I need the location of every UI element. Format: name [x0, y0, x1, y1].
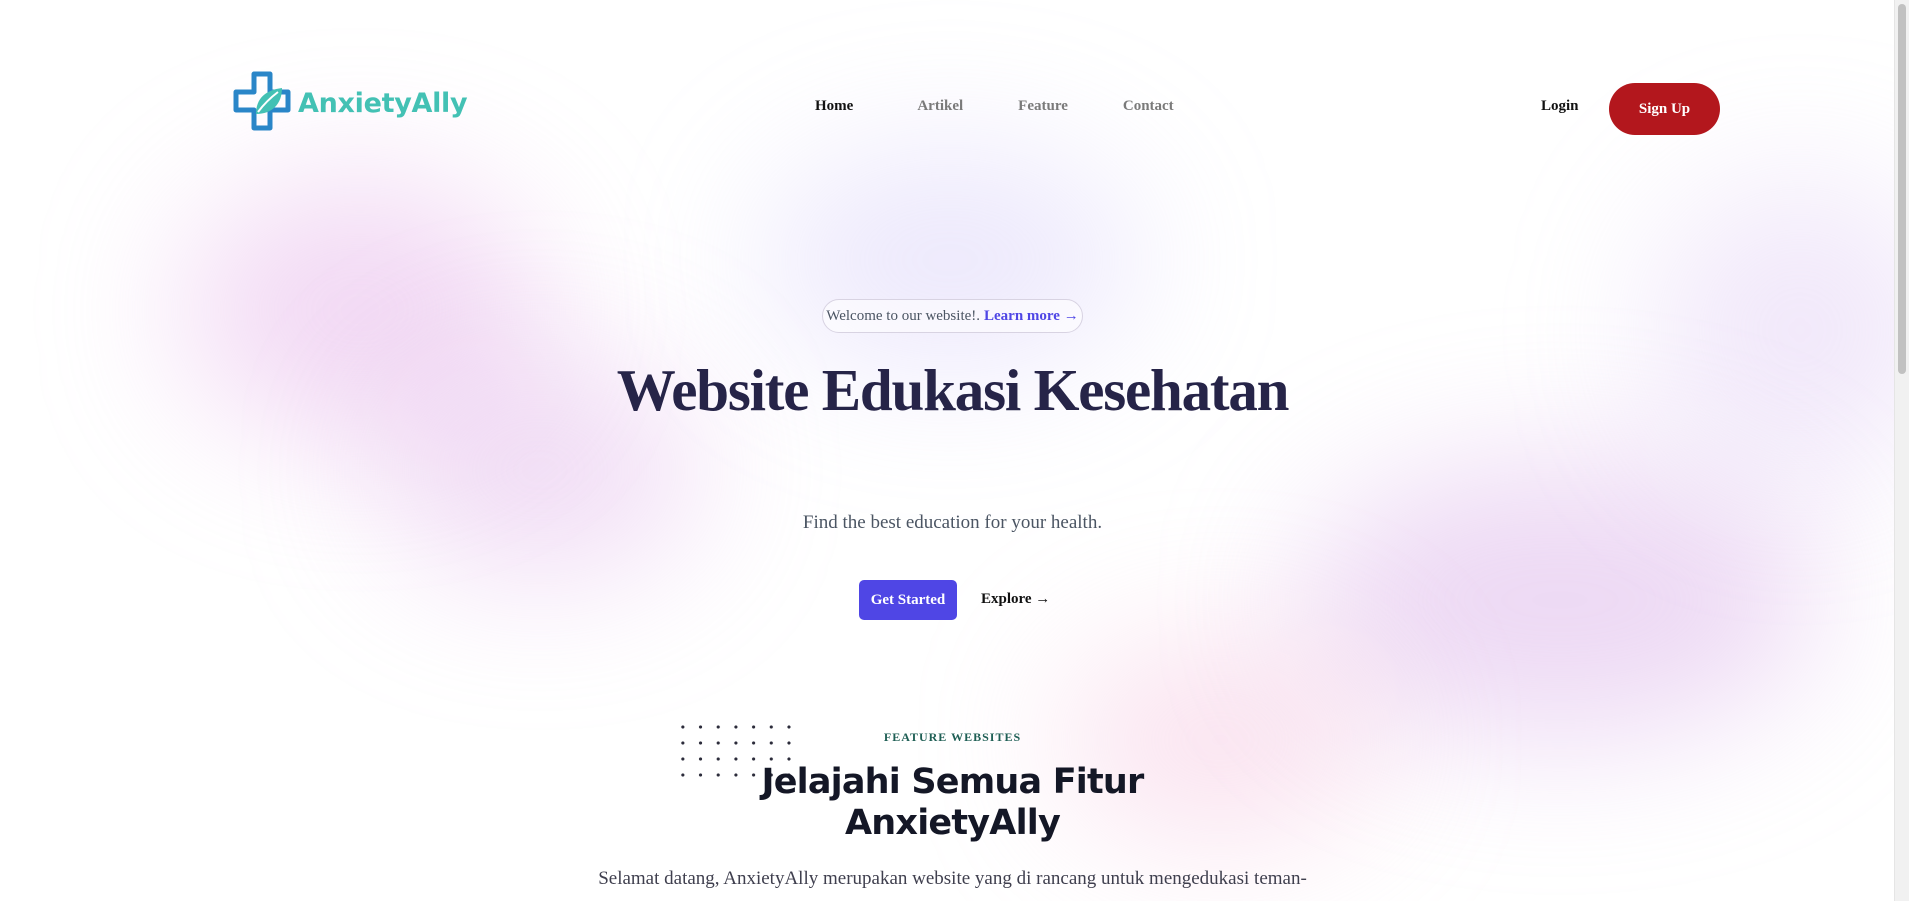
signup-button[interactable]: Sign Up [1609, 83, 1720, 135]
background-blob [1300, 460, 1820, 740]
features-title: Jelajahi Semua Fitur AnxietyAlly [761, 762, 1144, 843]
background-blob [1650, 180, 1909, 480]
scrollbar-thumb[interactable] [1898, 4, 1906, 374]
features-eyebrow: FEATURE WEBSITES [883, 730, 1022, 744]
welcome-text: Welcome to our website!. [826, 307, 981, 324]
explore-link[interactable]: Explore → [981, 591, 1050, 608]
page-scrollbar[interactable] [1894, 0, 1909, 901]
brand-name: AnxietyAlly [298, 87, 468, 119]
hero-title: Website Edukasi Kesehatan [616, 357, 1290, 423]
features-description: Selamat datang, AnxietyAlly merupakan we… [598, 868, 1307, 889]
hero-subtitle: Find the best education for your health. [802, 512, 1103, 533]
nav-home[interactable]: Home [815, 98, 853, 115]
medical-cross-leaf-icon [233, 71, 291, 131]
learn-more-link[interactable]: Learn more → [984, 308, 1079, 325]
nav-feature[interactable]: Feature [1018, 98, 1068, 115]
nav-contact[interactable]: Contact [1123, 98, 1174, 115]
nav-artikel[interactable]: Artikel [917, 98, 963, 115]
brand-logo[interactable]: AnxietyAlly [232, 70, 468, 136]
get-started-button[interactable]: Get Started [859, 580, 957, 620]
welcome-pill: Welcome to our website!. Learn more → [822, 299, 1083, 333]
main-nav: Home Artikel Feature Contact [815, 98, 1174, 115]
site-header: AnxietyAlly Home Artikel Feature Contact… [0, 0, 1894, 220]
login-link[interactable]: Login [1541, 98, 1579, 115]
